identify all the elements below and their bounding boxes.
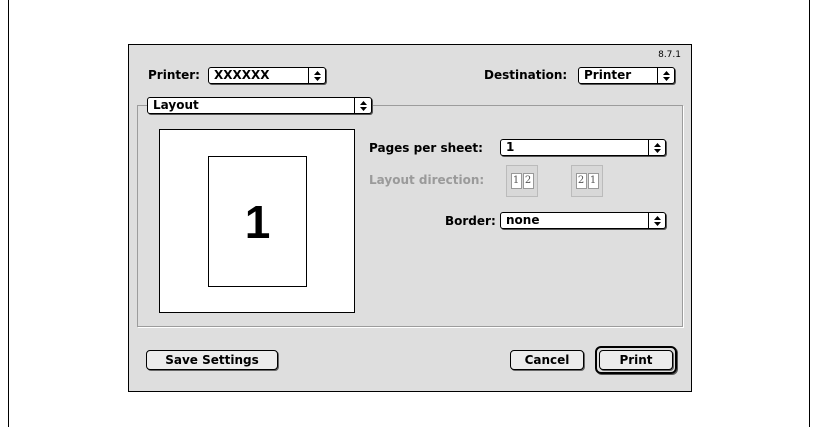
pages-per-sheet-label: Pages per sheet:	[369, 141, 483, 155]
panel-popup-value: Layout	[153, 98, 199, 112]
mini-page: 2	[522, 173, 534, 189]
cancel-button[interactable]: Cancel	[510, 350, 584, 370]
mini-page: 1	[510, 173, 522, 189]
popup-arrows-icon	[354, 98, 371, 113]
popup-arrows-icon	[308, 68, 325, 83]
right-to-left-pages-icon: 2 1	[575, 173, 599, 189]
destination-popup[interactable]: Printer	[578, 67, 675, 84]
popup-arrows-icon	[657, 68, 674, 83]
save-settings-button[interactable]: Save Settings	[146, 350, 278, 370]
border-popup[interactable]: none	[500, 212, 666, 229]
popup-arrows-icon	[648, 140, 665, 155]
layout-direction-label: Layout direction:	[369, 173, 485, 187]
printer-popup-value: XXXXXX	[214, 68, 270, 82]
panel-popup[interactable]: Layout	[147, 97, 372, 114]
print-dialog: 8.7.1 Printer: XXXXXX Destination: Print…	[128, 44, 692, 392]
page-frame-right-line	[809, 0, 810, 427]
border-label: Border:	[445, 214, 496, 228]
destination-popup-value: Printer	[584, 68, 632, 82]
pages-per-sheet-popup[interactable]: 1	[500, 139, 666, 156]
layout-direction-left-to-right-button[interactable]: 1 2	[506, 165, 538, 197]
destination-label: Destination:	[484, 68, 568, 82]
page-frame-left-line	[8, 0, 9, 427]
version-label: 8.7.1	[658, 50, 681, 60]
border-popup-value: none	[506, 213, 540, 227]
preview-page: 1	[208, 156, 307, 287]
mini-page: 1	[587, 173, 599, 189]
popup-arrows-icon	[648, 213, 665, 228]
left-to-right-pages-icon: 1 2	[510, 173, 534, 189]
layout-direction-right-to-left-button[interactable]: 2 1	[571, 165, 603, 197]
pages-per-sheet-value: 1	[506, 140, 515, 154]
printer-popup[interactable]: XXXXXX	[208, 67, 326, 84]
layout-preview: 1	[159, 129, 355, 313]
mini-page: 2	[575, 173, 587, 189]
preview-page-number: 1	[244, 195, 271, 248]
print-button[interactable]: Print	[599, 350, 673, 370]
printer-label: Printer:	[148, 68, 200, 82]
